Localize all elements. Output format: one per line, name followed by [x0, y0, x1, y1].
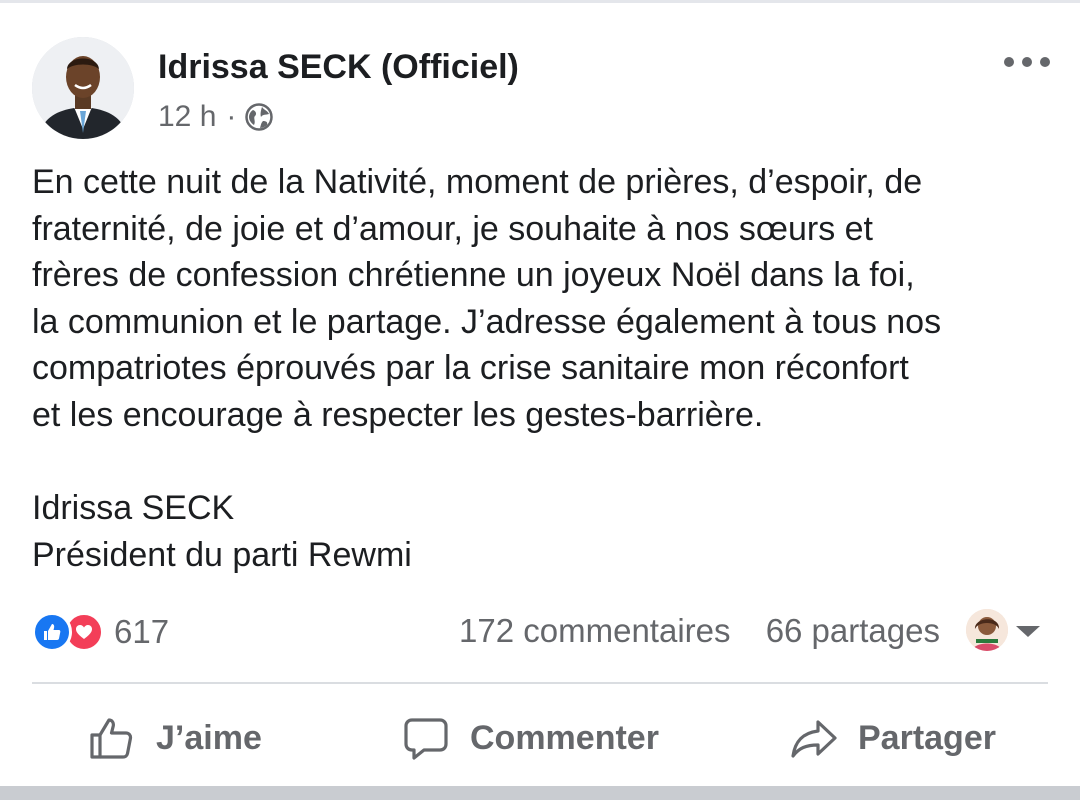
comment-button[interactable]: Commenter: [402, 708, 659, 768]
signature-role: Président du parti Rewmi: [32, 535, 412, 574]
top-border: [0, 0, 1080, 3]
post-body-line: compatriotes éprouvés par la crise sanit…: [32, 349, 909, 387]
signature-name: Idrissa SECK: [32, 489, 235, 527]
viewer-profile-icon: [966, 609, 1008, 651]
like-button-label: J’aime: [156, 718, 262, 757]
engagement-stats: 172 commentaires 66 partages: [459, 612, 940, 650]
globe-icon: [244, 102, 274, 132]
post-body-line: la communion et le partage. J’adresse ég…: [32, 302, 942, 341]
post-time[interactable]: 12 h: [158, 100, 216, 134]
post-body-line: et les encourage à respecter les gestes-…: [32, 395, 764, 434]
like-button[interactable]: J’aime: [88, 708, 262, 768]
shares-count[interactable]: 66 partages: [766, 612, 940, 649]
comments-count[interactable]: 172 commentaires: [459, 612, 730, 649]
author-portrait-icon: [32, 37, 134, 139]
share-arrow-icon: [791, 720, 837, 758]
chevron-down-icon[interactable]: [1016, 626, 1040, 637]
post-body-line: frères de confession chrétienne un joyeu…: [32, 256, 915, 294]
like-reaction-icon: [32, 612, 72, 652]
viewer-avatar[interactable]: [966, 609, 1008, 651]
bottom-border: [0, 786, 1080, 800]
comment-button-label: Commenter: [470, 718, 659, 757]
share-button-label: Partager: [858, 718, 996, 757]
author-name[interactable]: Idrissa SECK (Officiel): [158, 48, 519, 87]
actions-divider: [32, 682, 1048, 684]
post-signature: Idrissa SECK Président du parti Rewmi: [32, 485, 412, 578]
author-avatar[interactable]: [32, 37, 134, 139]
comment-bubble-icon: [404, 718, 448, 760]
post-body: En cette nuit de la Nativité, moment de …: [32, 159, 1062, 438]
post-meta: 12 h ·: [158, 100, 274, 134]
more-options-icon[interactable]: [1004, 50, 1050, 74]
thumbs-up-icon: [90, 718, 133, 759]
share-button[interactable]: Partager: [790, 708, 996, 768]
post-body-line: En cette nuit de la Nativité, moment de …: [32, 163, 923, 201]
reactions-count: 617: [114, 613, 170, 650]
post-body-line: fraternité, de joie et d’amour, je souha…: [32, 209, 874, 248]
reactions-summary[interactable]: 617: [32, 610, 169, 654]
meta-separator: ·: [226, 100, 237, 133]
